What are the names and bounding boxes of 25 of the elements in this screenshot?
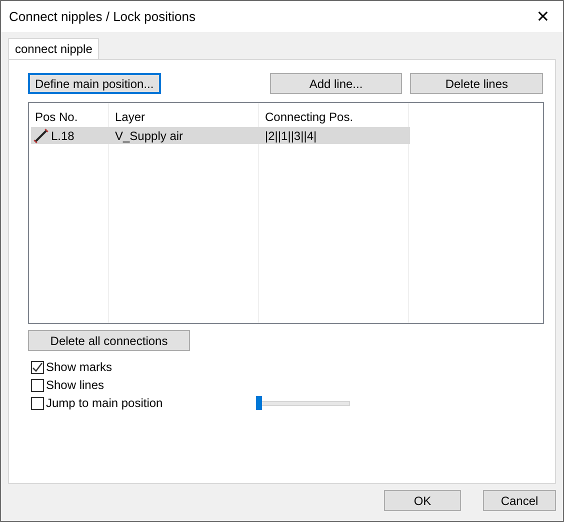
push-button[interactable]: Cancel: [483, 490, 556, 511]
list-row[interactable]: L.18 V_Supply air |2||1||3||4|: [31, 127, 410, 144]
push-button[interactable]: OK: [384, 490, 461, 511]
table-cell: V_Supply air: [115, 128, 184, 142]
column-header[interactable]: Connecting Pos.: [265, 110, 354, 124]
checkbox[interactable]: [31, 378, 44, 392]
tab[interactable]: connect nipple: [8, 38, 100, 59]
column-header[interactable]: Layer: [115, 110, 146, 124]
table-cell: |2||1||3||4|: [265, 128, 317, 142]
window-title: Connect nipples / Lock positions: [9, 9, 196, 24]
pencil-icon: [33, 128, 49, 144]
table-cell: L.18: [51, 128, 74, 142]
column-header[interactable]: Pos No.: [35, 110, 78, 124]
checkbox[interactable]: [31, 360, 44, 374]
close-button[interactable]: ✕: [523, 1, 563, 32]
push-button[interactable]: Delete lines: [410, 73, 544, 94]
checkbox-label[interactable]: Show marks: [46, 360, 254, 374]
checkbox[interactable]: [31, 396, 44, 410]
push-button[interactable]: Add line...: [270, 73, 402, 94]
push-button[interactable]: Delete all connections: [28, 330, 190, 351]
push-button[interactable]: Define main position...: [28, 73, 161, 94]
slider-thumb[interactable]: [256, 396, 262, 410]
checkbox-label[interactable]: Jump to main position: [46, 396, 254, 410]
checkbox-label[interactable]: Show lines: [46, 378, 254, 392]
slider[interactable]: [256, 396, 350, 410]
